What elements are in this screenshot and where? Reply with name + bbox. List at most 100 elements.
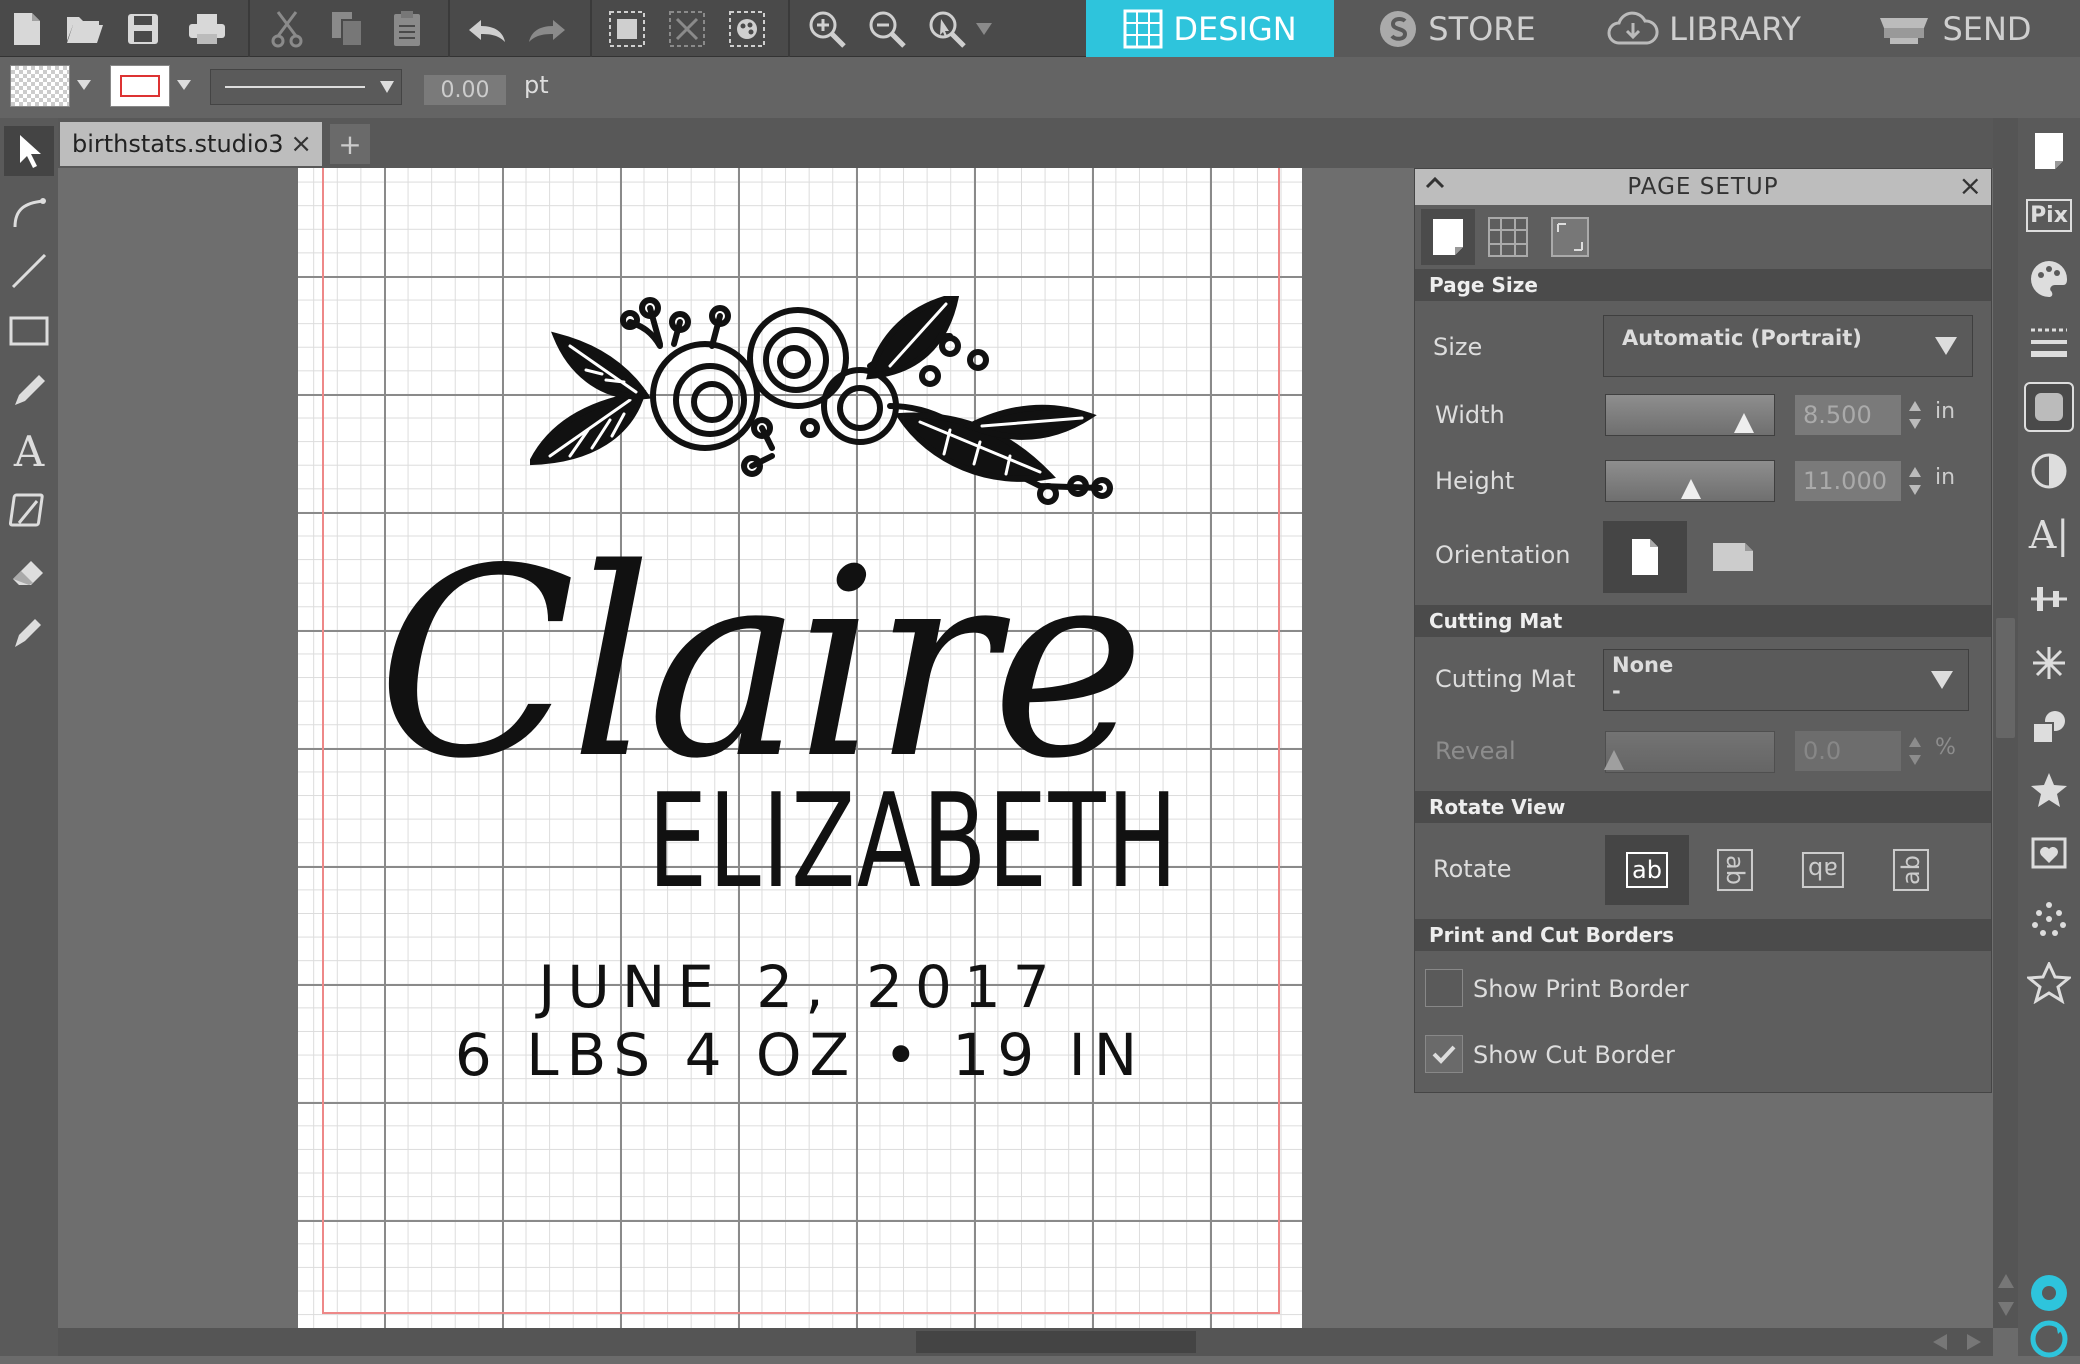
text-style-icon[interactable]: A| bbox=[2024, 510, 2074, 560]
show-cut-border-label[interactable]: Show Cut Border bbox=[1473, 1041, 1675, 1069]
zoom-select-icon[interactable] bbox=[924, 6, 970, 52]
floral-graphic[interactable] bbox=[530, 296, 1114, 522]
width-input[interactable]: 8.500 bbox=[1795, 395, 1901, 435]
tab-store[interactable]: STORE bbox=[1334, 0, 1580, 57]
height-stepper-icon[interactable] bbox=[1907, 461, 1923, 501]
reveal-slider[interactable] bbox=[1604, 731, 1775, 773]
left-tool-strip: A bbox=[0, 118, 58, 1356]
middle-name-text[interactable]: ELIZABETH bbox=[648, 776, 1179, 906]
rectangle-tool-icon[interactable] bbox=[4, 306, 54, 356]
tab-library-label: LIBRARY bbox=[1669, 9, 1801, 48]
paste-icon[interactable] bbox=[384, 6, 430, 52]
eyedropper-tool-icon[interactable] bbox=[4, 606, 54, 656]
orientation-label: Orientation bbox=[1435, 541, 1571, 569]
new-file-icon[interactable] bbox=[4, 6, 50, 52]
group-icon[interactable] bbox=[604, 6, 650, 52]
grid-tab-icon[interactable] bbox=[1481, 209, 1535, 265]
save-icon[interactable] bbox=[120, 6, 166, 52]
reveal-label: Reveal bbox=[1435, 737, 1516, 765]
cutting-mat-subvalue: - bbox=[1612, 679, 1621, 703]
rotate-90-button[interactable]: ab bbox=[1693, 835, 1777, 905]
reveal-slider-thumb[interactable] bbox=[1604, 750, 1624, 770]
vertical-scrollbar[interactable] bbox=[1993, 118, 2018, 1328]
redo-icon[interactable] bbox=[524, 6, 570, 52]
sketch-icon[interactable] bbox=[2024, 894, 2074, 944]
eraser-tool-icon[interactable] bbox=[4, 546, 54, 596]
reveal-stepper-icon[interactable] bbox=[1907, 731, 1923, 771]
sync-icon[interactable] bbox=[2024, 1314, 2074, 1364]
print-icon[interactable] bbox=[184, 6, 230, 52]
cloud-download-icon bbox=[1607, 11, 1659, 47]
star-icon[interactable] bbox=[2024, 766, 2074, 816]
crop-tab-icon[interactable] bbox=[1543, 209, 1597, 265]
close-panel-icon[interactable]: × bbox=[1959, 169, 1983, 202]
zoom-out-icon[interactable] bbox=[864, 6, 910, 52]
width-unit: in bbox=[1935, 399, 1956, 424]
cut-icon[interactable] bbox=[264, 6, 310, 52]
text-tool-icon[interactable]: A bbox=[4, 426, 54, 476]
show-print-border-label[interactable]: Show Print Border bbox=[1473, 975, 1689, 1003]
line-color-dropdown-icon[interactable] bbox=[176, 79, 192, 91]
tab-send[interactable]: SEND bbox=[1828, 0, 2080, 57]
pencil-tool-icon[interactable] bbox=[4, 366, 54, 416]
select-tool-icon[interactable] bbox=[4, 126, 54, 176]
fill-icon[interactable] bbox=[724, 6, 770, 52]
width-stepper-icon[interactable] bbox=[1907, 395, 1923, 435]
copy-icon[interactable] bbox=[324, 6, 370, 52]
horizontal-scrollbar[interactable] bbox=[58, 1328, 1993, 1356]
zoom-in-icon[interactable] bbox=[804, 6, 850, 52]
width-slider[interactable] bbox=[1605, 394, 1775, 436]
palette-icon[interactable] bbox=[2024, 254, 2074, 304]
line-width-input[interactable]: 0.00 bbox=[424, 75, 506, 105]
favorites-icon[interactable] bbox=[2024, 958, 2074, 1008]
replicate-icon[interactable] bbox=[2024, 638, 2074, 688]
page-tab-icon[interactable] bbox=[1421, 209, 1475, 265]
undo-icon[interactable] bbox=[464, 6, 510, 52]
line-color-swatch[interactable] bbox=[110, 65, 170, 107]
portrait-button[interactable] bbox=[1603, 521, 1687, 593]
tab-design[interactable]: DESIGN bbox=[1086, 0, 1334, 57]
height-slider[interactable] bbox=[1605, 460, 1775, 502]
open-folder-icon[interactable] bbox=[62, 6, 108, 52]
modify-icon[interactable] bbox=[2024, 702, 2074, 752]
page-setup-icon[interactable] bbox=[2024, 126, 2074, 176]
show-print-border-checkbox[interactable] bbox=[1425, 969, 1463, 1007]
close-tab-icon[interactable]: × bbox=[290, 129, 312, 159]
knife-tool-icon[interactable] bbox=[4, 486, 54, 536]
height-unit: in bbox=[1935, 465, 1956, 490]
trace-icon[interactable] bbox=[2024, 830, 2074, 880]
fill-dropdown-icon[interactable] bbox=[76, 79, 92, 91]
document-tabs: birthstats.studio3 × + bbox=[58, 118, 1993, 168]
stats-text[interactable]: 6 LBS 4 OZ • 19 IN bbox=[300, 1026, 1300, 1084]
align-icon[interactable] bbox=[2024, 574, 2074, 624]
edit-points-tool-icon[interactable] bbox=[4, 186, 54, 236]
height-slider-thumb[interactable] bbox=[1681, 479, 1701, 499]
ungroup-icon[interactable] bbox=[664, 6, 710, 52]
pixscan-icon[interactable]: Pix bbox=[2024, 190, 2074, 240]
show-cut-border-checkbox[interactable] bbox=[1425, 1035, 1463, 1073]
size-select[interactable]: Automatic (Portrait) bbox=[1603, 315, 1973, 377]
fill-color-swatch[interactable] bbox=[10, 65, 70, 107]
tab-library[interactable]: LIBRARY bbox=[1580, 0, 1828, 57]
settings-gear-icon[interactable] bbox=[2024, 1268, 2074, 1318]
line-tool-icon[interactable] bbox=[4, 246, 54, 296]
zoom-dropdown-icon[interactable] bbox=[970, 6, 998, 52]
height-input[interactable]: 11.000 bbox=[1795, 461, 1901, 501]
line-style-select[interactable] bbox=[210, 69, 402, 105]
document-tab[interactable]: birthstats.studio3 × bbox=[60, 122, 322, 166]
rotate-180-button[interactable]: ab bbox=[1781, 835, 1865, 905]
rotate-0-button[interactable]: ab bbox=[1605, 835, 1689, 905]
date-text[interactable]: JUNE 2, 2017 bbox=[300, 958, 1300, 1016]
new-tab-button[interactable]: + bbox=[330, 124, 370, 164]
collapse-icon[interactable] bbox=[1423, 171, 1447, 195]
reveal-input[interactable]: 0.0 bbox=[1795, 731, 1901, 771]
line-style-icon[interactable] bbox=[2024, 318, 2074, 368]
fill-pattern-icon[interactable] bbox=[2024, 382, 2074, 432]
landscape-button[interactable] bbox=[1691, 521, 1775, 593]
section-page-size: Page Size bbox=[1415, 269, 1991, 301]
cutting-mat-select[interactable]: None - bbox=[1603, 649, 1969, 711]
rotate-270-button[interactable]: ab bbox=[1869, 835, 1953, 905]
width-slider-thumb[interactable] bbox=[1733, 413, 1754, 433]
shadow-icon[interactable] bbox=[2024, 446, 2074, 496]
panel-header: PAGE SETUP × bbox=[1415, 169, 1991, 205]
